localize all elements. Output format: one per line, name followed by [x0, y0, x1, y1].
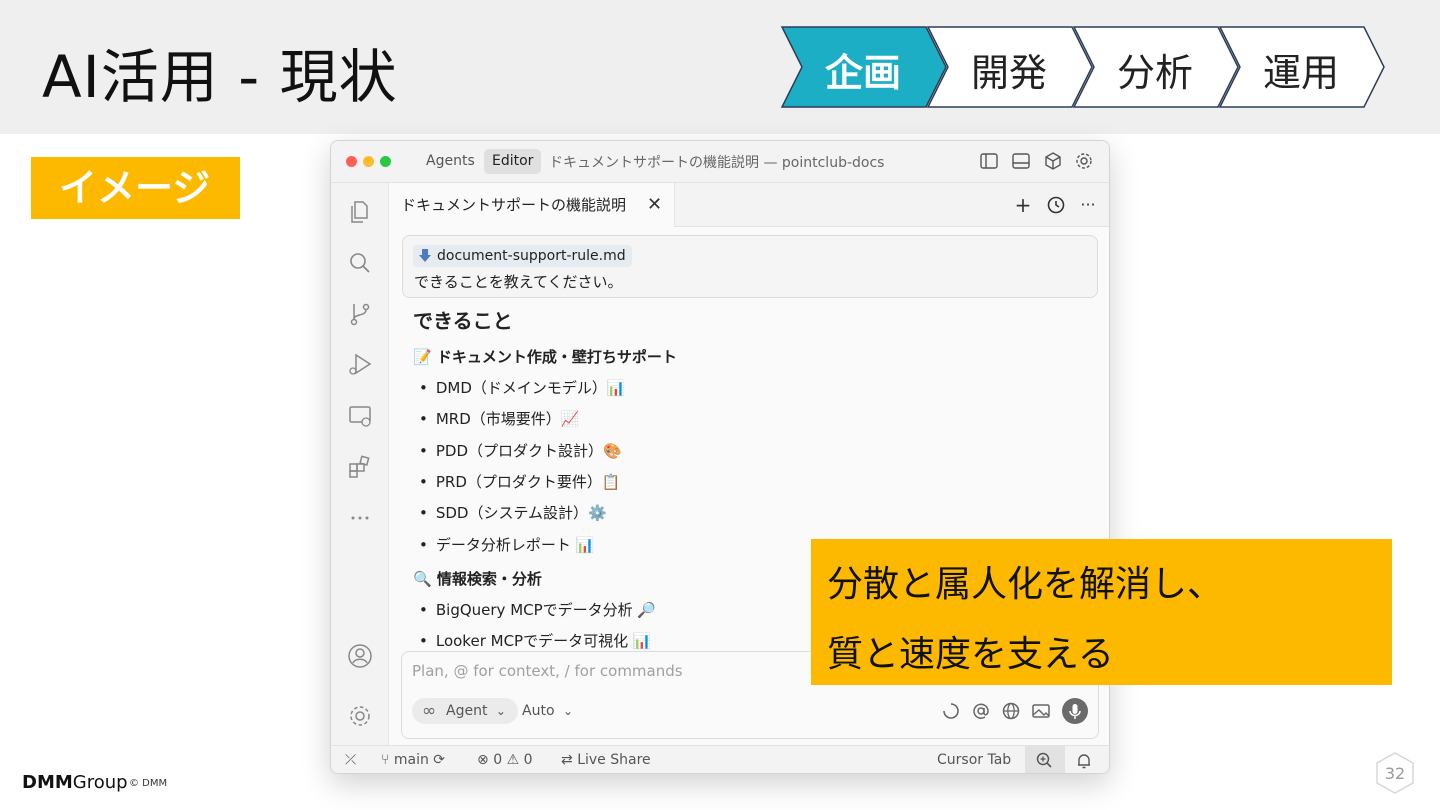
markdown-file-icon [419, 249, 431, 262]
tab-label: ドキュメントサポートの機能説明 [401, 196, 627, 214]
zoom-button[interactable] [1025, 746, 1065, 773]
branch-indicator[interactable]: ⑂ main ⟳ [381, 752, 445, 768]
error-count: 0 [493, 752, 503, 768]
logo-dmm: DMM [22, 772, 73, 793]
list-item: データ分析レポート 📊 [419, 534, 594, 555]
window-title: ドキュメントサポートの機能説明 — pointclub-docs [549, 155, 885, 171]
loading-icon [943, 703, 959, 719]
search-icon[interactable] [347, 250, 373, 276]
agents-mode-button[interactable]: Agents [418, 149, 483, 174]
branch-icon: ⑂ [381, 752, 390, 768]
at-icon[interactable] [970, 700, 992, 722]
image-icon[interactable] [1030, 700, 1052, 722]
globe-icon[interactable] [1000, 700, 1022, 722]
history-icon[interactable] [1045, 194, 1067, 216]
list-item: Looker MCPでデータ可視化 📊 [419, 630, 652, 651]
live-share-label: Live Share [577, 752, 651, 768]
status-bar: ⤫ ⑂ main ⟳ ⊗ 0 ⚠ 0 ⇄ Live Share Cursor T… [331, 745, 1109, 773]
composer-input[interactable]: Plan, @ for context, / for commands [412, 662, 683, 680]
model-selector[interactable]: Auto ⌄ [522, 698, 573, 724]
settings-icon[interactable] [347, 703, 373, 729]
files-icon[interactable] [347, 199, 373, 225]
callout-line-1: 分散と属人化を解消し、 [827, 564, 1224, 605]
error-icon: ⊗ [477, 752, 489, 768]
run-debug-icon[interactable] [347, 352, 373, 378]
live-share-icon: ⇄ [561, 752, 573, 768]
live-share-button[interactable]: ⇄ Live Share [561, 752, 651, 768]
mic-button[interactable] [1062, 698, 1088, 724]
panel-bottom-icon[interactable] [1011, 151, 1031, 171]
model-label: Auto [522, 703, 555, 719]
chevron-down-icon: ⌄ [562, 704, 574, 718]
sidebar-left-icon[interactable] [979, 151, 999, 171]
cube-icon[interactable] [1043, 151, 1063, 171]
chevron-down-icon: ⌄ [495, 704, 506, 718]
copyright: © DMM [129, 778, 168, 789]
list-item: SDD（システム設計）⚙️ [419, 502, 607, 523]
source-control-icon[interactable] [347, 301, 373, 327]
page-number: 32 [1384, 764, 1406, 783]
step-analysis: 分析 [1116, 51, 1193, 95]
logo-group: Group [72, 772, 128, 793]
step-development: 開発 [970, 51, 1047, 95]
close-window-button[interactable] [346, 156, 357, 167]
notification-bell-icon[interactable] [1075, 752, 1093, 770]
response-heading: できること [413, 309, 513, 333]
close-tab-icon[interactable]: ✕ [647, 183, 662, 227]
sync-icon: ⟳ [433, 752, 446, 768]
list-item: MRD（市場要件）📈 [419, 408, 580, 429]
branch-name: main [393, 752, 429, 768]
title-bar: Agents Editor ドキュメントサポートの機能説明 — pointclu… [331, 141, 1109, 183]
minimize-window-button[interactable] [363, 156, 374, 167]
message-text: できることを教えてください。 [414, 273, 623, 291]
zoom-window-button[interactable] [380, 156, 391, 167]
list-item: PRD（プロダクト要件）📋 [419, 471, 621, 492]
warning-icon: ⚠ [506, 752, 520, 768]
attachment-chip[interactable]: document-support-rule.md [413, 245, 632, 267]
zoom-icon [1036, 752, 1052, 768]
remote-explorer-icon[interactable] [347, 403, 373, 429]
problems-indicator[interactable]: ⊗ 0 ⚠ 0 [477, 752, 533, 768]
slide-title: AI活用 - 現状 [42, 43, 398, 111]
warning-count: 0 [523, 752, 533, 768]
more-icon[interactable] [347, 505, 373, 531]
user-message: document-support-rule.md できることを教えてください。 [402, 235, 1098, 298]
company-logo: DMMGroup [22, 772, 128, 793]
more-actions-button[interactable]: ··· [1077, 194, 1099, 216]
remote-indicator-icon[interactable]: ⤫ [345, 752, 356, 768]
callout-box: 分散と属人化を解消し、 質と速度を支える [811, 539, 1392, 685]
cursor-tab-toggle[interactable]: Cursor Tab [937, 752, 1011, 768]
tab-document-support[interactable]: ドキュメントサポートの機能説明 ✕ [389, 183, 675, 227]
step-planning: 企画 [824, 51, 901, 95]
infinity-icon: ∞ [422, 701, 437, 721]
gear-icon[interactable] [1074, 151, 1094, 171]
new-tab-button[interactable]: + [1012, 194, 1034, 216]
tab-bar: ドキュメントサポートの機能説明 ✕ + ··· [389, 183, 1109, 227]
section-title-documents: 📝 ドキュメント作成・壁打ちサポート [413, 348, 677, 366]
process-stepper: 企画 開発 分析 運用 [780, 26, 1388, 108]
editor-mode-button[interactable]: Editor [484, 149, 542, 174]
agent-label: Agent [446, 703, 488, 719]
extensions-icon[interactable] [347, 454, 373, 480]
list-item: BigQuery MCPでデータ分析 🔎 [419, 599, 656, 620]
page-number-badge: 32 [1376, 752, 1414, 794]
image-tag: イメージ [31, 157, 240, 219]
step-operation: 運用 [1262, 51, 1339, 95]
activity-bar [331, 183, 389, 745]
agent-mode-selector[interactable]: ∞ Agent ⌄ [412, 698, 518, 724]
list-item: PDD（プロダクト設計）🎨 [419, 440, 622, 461]
attachment-name: document-support-rule.md [437, 248, 626, 264]
list-item: DMD（ドメインモデル）📊 [419, 377, 626, 398]
account-icon[interactable] [347, 643, 373, 669]
section-title-search: 🔍 情報検索・分析 [413, 570, 542, 588]
mic-icon [1069, 704, 1081, 719]
callout-line-2: 質と速度を支える [827, 634, 1114, 675]
